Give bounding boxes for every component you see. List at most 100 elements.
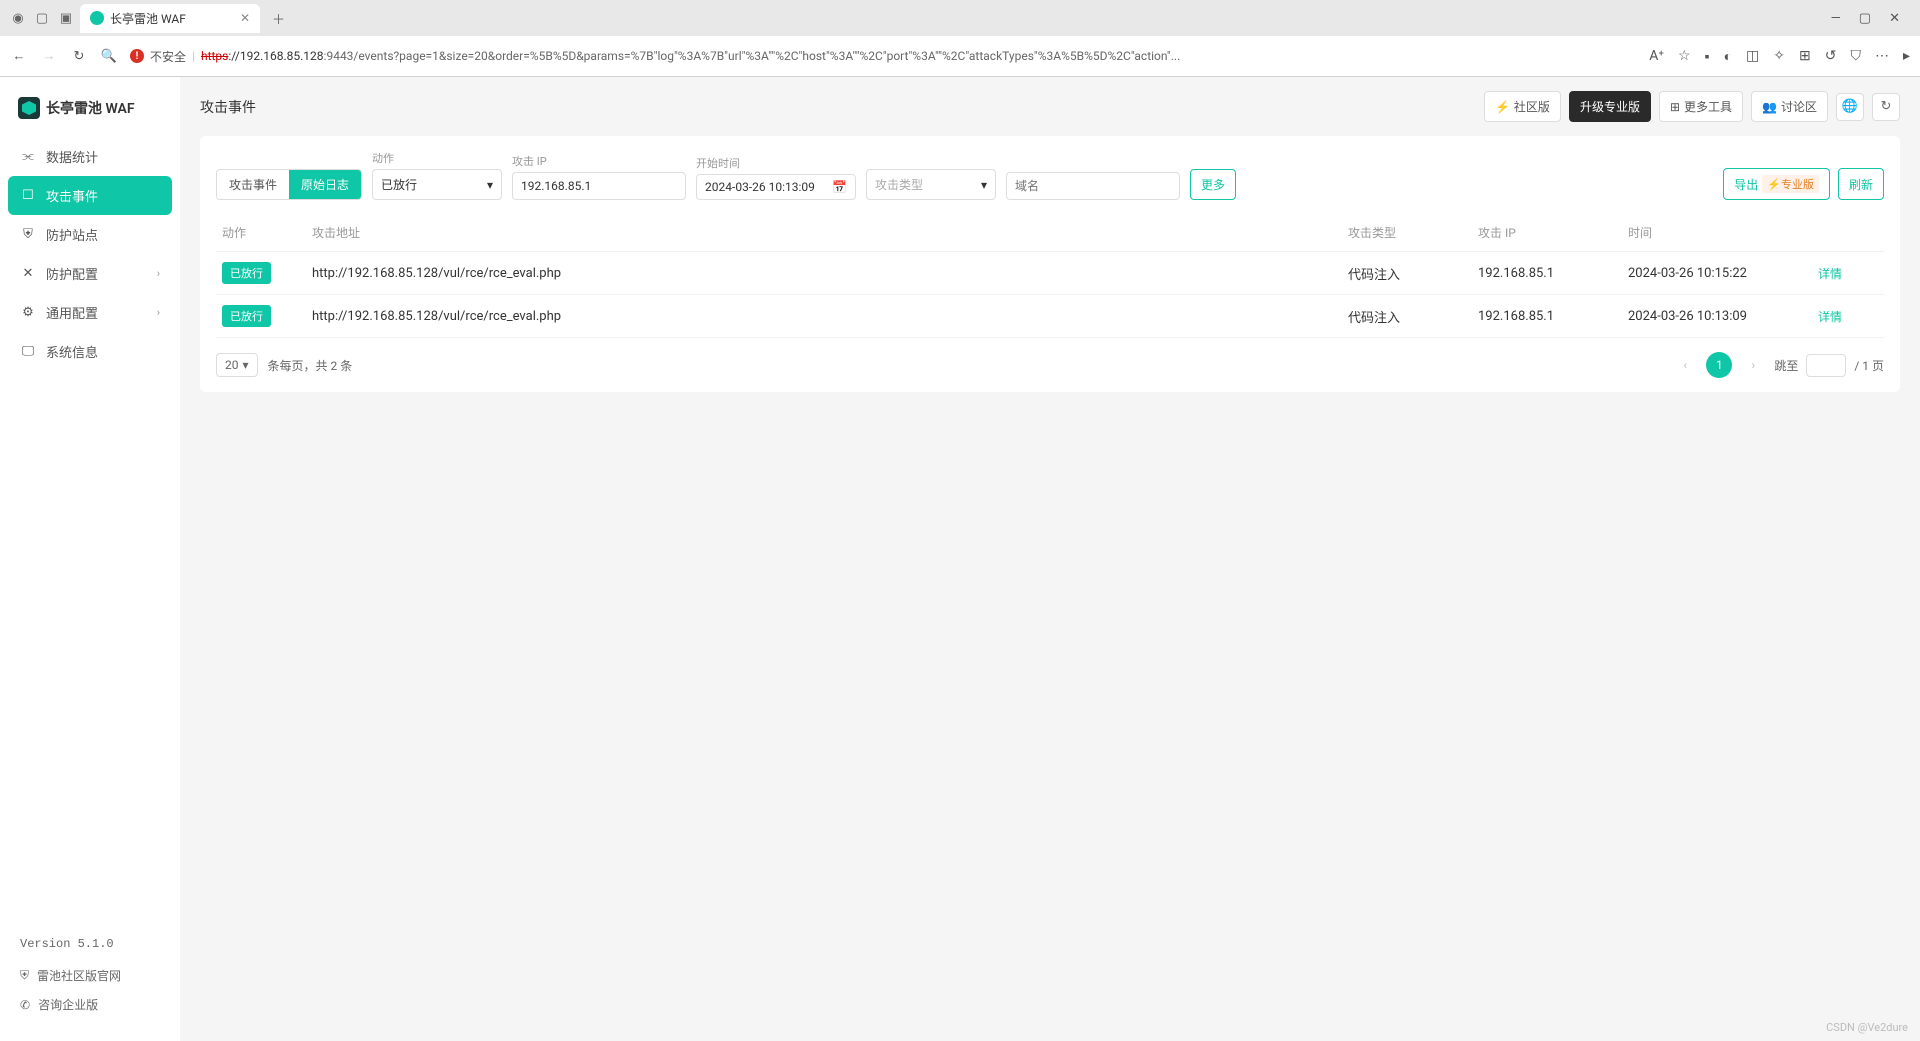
footer-link-enterprise[interactable]: ✆ 咨询企业版 [20, 990, 160, 1019]
reload-icon[interactable]: ↻ [70, 49, 88, 64]
sidebar-item-protection-config[interactable]: ✕ 防护配置 › [8, 254, 172, 293]
extension1-icon[interactable]: ▪ [1705, 48, 1710, 65]
upgrade-button[interactable]: 升级专业版 [1569, 91, 1651, 122]
chevron-down-icon: ▾ [981, 178, 987, 192]
split-icon[interactable]: ◫ [1746, 48, 1759, 64]
close-tab-icon[interactable]: ✕ [240, 11, 250, 25]
maximize-icon[interactable]: ▢ [1859, 11, 1871, 26]
refresh-button[interactable]: 刷新 [1838, 168, 1884, 200]
shield-icon[interactable]: ⛉ [1850, 48, 1861, 64]
chevron-right-icon: › [157, 267, 160, 280]
action-label: 动作 [372, 150, 502, 166]
pagination: 20 ▾ 条每页，共 2 条 ‹ 1 › 跳至 / 1 页 [216, 352, 1884, 378]
table-row: 已放行 http://192.168.85.128/vul/rce/rce_ev… [216, 252, 1884, 295]
app-root: 长亭雷池 WAF ⫘ 数据统计 ☐ 攻击事件 ⛨ 防护站点 ✕ 防护配置 › ⚙… [0, 77, 1920, 1041]
action-select[interactable]: 已放行▾ [372, 169, 502, 200]
attack-type-select[interactable]: 攻击类型▾ [866, 169, 996, 200]
sidebar-item-sites[interactable]: ⛨ 防护站点 [8, 215, 172, 254]
sidebar-item-events[interactable]: ☐ 攻击事件 [8, 176, 172, 215]
detail-link[interactable]: 详情 [1818, 267, 1842, 281]
sidebar-item-label: 防护站点 [46, 225, 98, 244]
topbar: 攻击事件 ⚡社区版 升级专业版 ⊞ 更多工具 👥 讨论区 🌐 ↻ [200, 91, 1900, 122]
workspace-icon[interactable]: ▢ [32, 8, 52, 28]
table-row: 已放行 http://192.168.85.128/vul/rce/rce_ev… [216, 295, 1884, 338]
panel-icon[interactable]: ▣ [56, 8, 76, 28]
cell-ip: 192.168.85.1 [1478, 266, 1618, 281]
jump-label: 跳至 [1774, 357, 1798, 374]
group-icon: 👥 [1762, 100, 1777, 114]
sidebar-item-general-config[interactable]: ⚙ 通用配置 › [8, 293, 172, 332]
start-time-field: 开始时间 2024-03-26 10:13:09 📅 [696, 155, 856, 200]
sidebar-item-system[interactable]: 🖵 系统信息 [8, 332, 172, 371]
table-header: 动作 攻击地址 攻击类型 攻击 IP 时间 [216, 214, 1884, 252]
total-pages: / 1 页 [1854, 357, 1884, 374]
shield-small-icon: ⛨ [20, 968, 29, 983]
jump-input[interactable] [1806, 354, 1846, 377]
chevron-right-icon: › [157, 306, 160, 319]
browser-tab[interactable]: 长亭雷池 WAF ✕ [80, 4, 260, 33]
back-icon[interactable]: ← [10, 48, 28, 64]
extension2-icon[interactable]: ◐ [1724, 48, 1732, 65]
community-button[interactable]: ⚡社区版 [1484, 91, 1561, 122]
forum-button[interactable]: 👥 讨论区 [1751, 91, 1828, 122]
more-icon[interactable]: ⋯ [1875, 48, 1889, 64]
brand-logo[interactable]: 长亭雷池 WAF [8, 89, 172, 137]
new-tab-button[interactable]: ＋ [264, 9, 293, 28]
address-bar[interactable]: ! 不安全 | https://192.168.85.128:9443/even… [130, 48, 1637, 65]
bolt-icon: ⚡ [1495, 100, 1510, 114]
page-1-button[interactable]: 1 [1706, 352, 1732, 378]
sidebar-item-stats[interactable]: ⫘ 数据统计 [8, 137, 172, 176]
events-table: 动作 攻击地址 攻击类型 攻击 IP 时间 已放行 http://192.168… [216, 214, 1884, 338]
favorite-icon[interactable]: ☆ [1678, 48, 1691, 64]
version-text: Version 5.1.0 [20, 933, 160, 961]
export-button[interactable]: 导出 ⚡专业版 [1723, 168, 1830, 200]
more-filters: 更多 [1190, 153, 1236, 200]
action-field: 动作 已放行▾ [372, 150, 502, 200]
refresh-icon-button[interactable]: ↻ [1872, 93, 1900, 121]
more-tools-button[interactable]: ⊞ 更多工具 [1659, 91, 1743, 122]
search-icon[interactable]: 🔍 [100, 49, 118, 64]
forward-icon[interactable]: → [40, 48, 58, 64]
sidebar-item-label: 攻击事件 [46, 186, 98, 205]
logo-icon [18, 97, 40, 119]
grid-icon: ⊞ [1670, 100, 1680, 114]
footer-link-official[interactable]: ⛨ 雷池社区版官网 [20, 961, 160, 990]
browser-chrome: ◉ ▢ ▣ 长亭雷池 WAF ✕ ＋ — ▢ ✕ ← → ↻ 🔍 ! 不安全 |… [0, 0, 1920, 77]
chevron-down-icon: ▾ [243, 358, 249, 372]
next-page-button[interactable]: › [1740, 352, 1766, 378]
ip-input[interactable] [512, 172, 686, 200]
breadcrumb: 攻击事件 [200, 97, 256, 117]
sidebar-toggle-icon[interactable]: ▸ [1903, 48, 1910, 64]
page-size-select[interactable]: 20 ▾ [216, 353, 258, 377]
extensions-icon[interactable]: ⊞ [1799, 48, 1811, 64]
history-icon[interactable]: ↺ [1825, 48, 1837, 64]
col-action: 动作 [222, 224, 302, 241]
shield-outline-icon: ⛨ [20, 227, 36, 243]
insecure-label: 不安全 [150, 48, 186, 65]
more-filters-button[interactable]: 更多 [1190, 169, 1236, 200]
filters-right: 导出 ⚡专业版 刷新 [1723, 168, 1884, 200]
cell-time: 2024-03-26 10:13:09 [1628, 309, 1808, 324]
close-window-icon[interactable]: ✕ [1889, 11, 1900, 26]
topbar-actions: ⚡社区版 升级专业版 ⊞ 更多工具 👥 讨论区 🌐 ↻ [1484, 91, 1900, 122]
toggle-raw-log[interactable]: 原始日志 [289, 170, 361, 199]
minimize-icon[interactable]: — [1831, 11, 1841, 26]
collections-icon[interactable]: ✧ [1773, 48, 1785, 64]
profile-icon[interactable]: ◉ [8, 8, 28, 28]
chart-icon: ⫘ [20, 149, 36, 165]
domain-input[interactable] [1006, 172, 1180, 200]
start-time-input[interactable]: 2024-03-26 10:13:09 📅 [696, 174, 856, 200]
cell-type: 代码注入 [1348, 307, 1468, 326]
tools-icon: ✕ [20, 266, 36, 282]
text-size-icon[interactable]: A⁺ [1649, 48, 1664, 64]
start-label: 开始时间 [696, 155, 856, 171]
domain-field [1006, 156, 1180, 200]
filters: 攻击事件 原始日志 动作 已放行▾ 攻击 IP 开始时间 2024-03-2 [216, 150, 1884, 200]
lang-button[interactable]: 🌐 [1836, 93, 1864, 121]
detail-link[interactable]: 详情 [1818, 310, 1842, 324]
toggle-events[interactable]: 攻击事件 [217, 170, 289, 199]
pro-badge: ⚡专业版 [1762, 175, 1819, 193]
action-tag: 已放行 [222, 262, 271, 284]
prev-page-button[interactable]: ‹ [1672, 352, 1698, 378]
col-ip: 攻击 IP [1478, 224, 1618, 241]
